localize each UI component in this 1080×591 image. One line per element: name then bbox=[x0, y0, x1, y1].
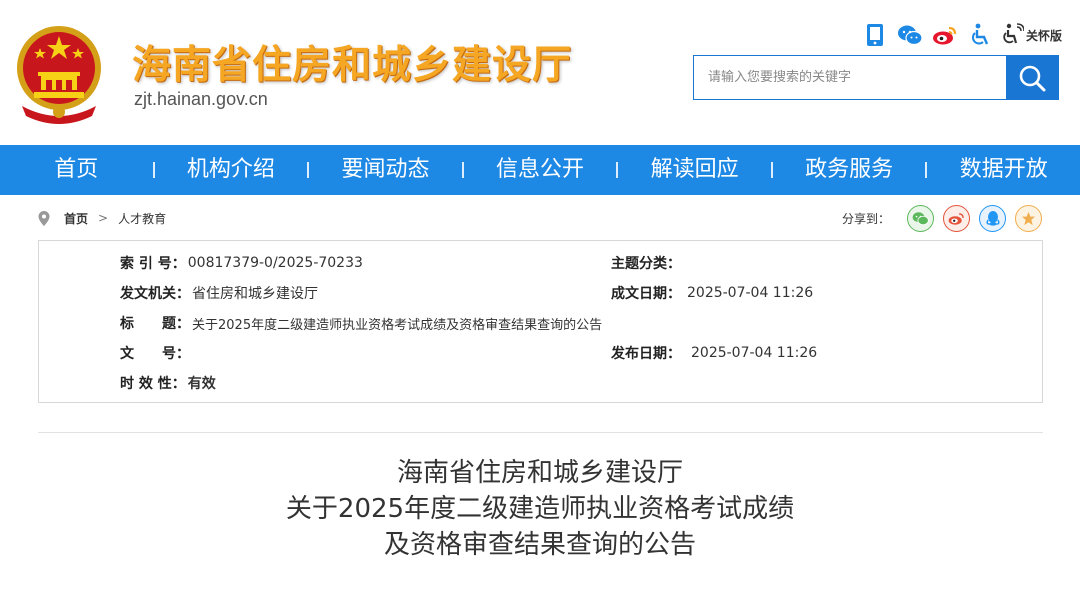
article-title-line-2: 关于2025年度二级建造师执业资格考试成绩 bbox=[285, 494, 795, 524]
search-box bbox=[693, 55, 1059, 100]
meta-created-label: 成文日期： bbox=[611, 286, 681, 302]
nav-item-open-data[interactable]: 数据开放 bbox=[927, 145, 1080, 195]
meta-topic: 主题分类： bbox=[611, 253, 683, 273]
meta-title: 标 题： 关于2025年度二级建造师执业资格考试成绩及资格审查结果查询的公告 bbox=[120, 313, 602, 333]
meta-validity: 时 效 性： 有效 bbox=[120, 373, 216, 393]
meta-index-value: 00817379-0/2025-70233 bbox=[187, 255, 363, 271]
meta-created: 成文日期： 2025-07-04 11:26 bbox=[611, 283, 813, 303]
main-nav: 首页 机构介绍 要闻动态 信息公开 解读回应 政务服务 数据开放 bbox=[0, 145, 1080, 195]
top-toolbar: 关怀版 bbox=[862, 20, 1062, 50]
nav-item-interpretation[interactable]: 解读回应 bbox=[618, 145, 771, 195]
search-button[interactable] bbox=[1006, 56, 1058, 99]
share-weibo-button[interactable] bbox=[943, 204, 970, 232]
meta-title-label: 标 题： bbox=[120, 316, 190, 332]
wechat-icon[interactable] bbox=[897, 22, 923, 48]
care-mode-label: 关怀版 bbox=[1026, 28, 1063, 43]
search-input[interactable] bbox=[694, 56, 1006, 99]
meta-issuer-label: 发文机关： bbox=[120, 286, 190, 302]
site-domain: zjt.hainan.gov.cn bbox=[134, 89, 268, 109]
meta-title-value: 关于2025年度二级建造师执业资格考试成绩及资格审查结果查询的公告 bbox=[192, 317, 603, 333]
care-mode-button[interactable]: 关怀版 bbox=[1002, 23, 1062, 47]
nav-item-services[interactable]: 政务服务 bbox=[773, 145, 926, 195]
care-mode-icon bbox=[1003, 23, 1024, 44]
share-label: 分享到： bbox=[841, 211, 890, 226]
national-emblem-icon bbox=[17, 26, 101, 124]
document-meta-table: 索 引 号： 00817379-0/2025-70233 主题分类： 发文机关：… bbox=[38, 240, 1043, 403]
nav-item-organization[interactable]: 机构介绍 bbox=[155, 145, 308, 195]
breadcrumb: 首页 > 人才教育 bbox=[38, 210, 166, 227]
share-qq-button[interactable] bbox=[979, 204, 1006, 232]
weibo-icon[interactable] bbox=[932, 22, 958, 48]
meta-created-value: 2025-07-04 11:26 bbox=[687, 285, 814, 301]
weibo-icon bbox=[948, 212, 964, 225]
nav-item-home[interactable]: 首页 bbox=[0, 145, 153, 195]
qq-icon bbox=[985, 211, 1000, 226]
search-icon bbox=[1019, 65, 1046, 91]
meta-validity-label: 时 效 性： bbox=[120, 376, 186, 392]
meta-issuer: 发文机关： 省住房和城乡建设厅 bbox=[120, 283, 318, 303]
content-divider bbox=[38, 432, 1043, 433]
nav-item-news[interactable]: 要闻动态 bbox=[309, 145, 462, 195]
meta-docno-label: 文 号： bbox=[120, 346, 190, 362]
meta-issuer-value: 省住房和城乡建设厅 bbox=[192, 286, 318, 302]
meta-topic-label: 主题分类： bbox=[611, 256, 681, 272]
wechat-icon bbox=[912, 211, 929, 225]
share-bar: 分享到： bbox=[841, 204, 1042, 232]
meta-validity-value: 有效 bbox=[187, 376, 216, 392]
favorite-icon bbox=[1021, 211, 1036, 225]
location-pin-icon bbox=[38, 210, 50, 226]
breadcrumb-current[interactable]: 人才教育 bbox=[118, 210, 166, 227]
meta-published-label: 发布日期： bbox=[611, 346, 681, 362]
article-title-line-3: 及资格审查结果查询的公告 bbox=[383, 530, 696, 560]
article-title-line-1: 海南省住房和城乡建设厅 bbox=[396, 458, 683, 488]
share-favorite-button[interactable] bbox=[1015, 204, 1042, 232]
site-header: 海南省住房和城乡建设厅 zjt.hainan.gov.cn 关怀版 bbox=[0, 0, 1080, 145]
nav-item-disclosure[interactable]: 信息公开 bbox=[464, 145, 617, 195]
meta-docno: 文 号： bbox=[120, 343, 192, 363]
meta-published-value: 2025-07-04 11:26 bbox=[691, 345, 818, 361]
breadcrumb-home[interactable]: 首页 bbox=[64, 210, 88, 227]
meta-index: 索 引 号： 00817379-0/2025-70233 bbox=[120, 253, 363, 273]
accessibility-icon[interactable] bbox=[967, 22, 993, 48]
mobile-icon[interactable] bbox=[862, 22, 888, 48]
meta-published: 发布日期： 2025-07-04 11:26 bbox=[611, 343, 817, 363]
site-title: 海南省住房和城乡建设厅 bbox=[132, 43, 573, 88]
breadcrumb-separator: > bbox=[98, 211, 109, 225]
meta-index-label: 索 引 号： bbox=[120, 256, 186, 272]
share-wechat-button[interactable] bbox=[907, 204, 934, 232]
breadcrumb-row: 首页 > 人才教育 分享到： bbox=[38, 204, 1042, 232]
